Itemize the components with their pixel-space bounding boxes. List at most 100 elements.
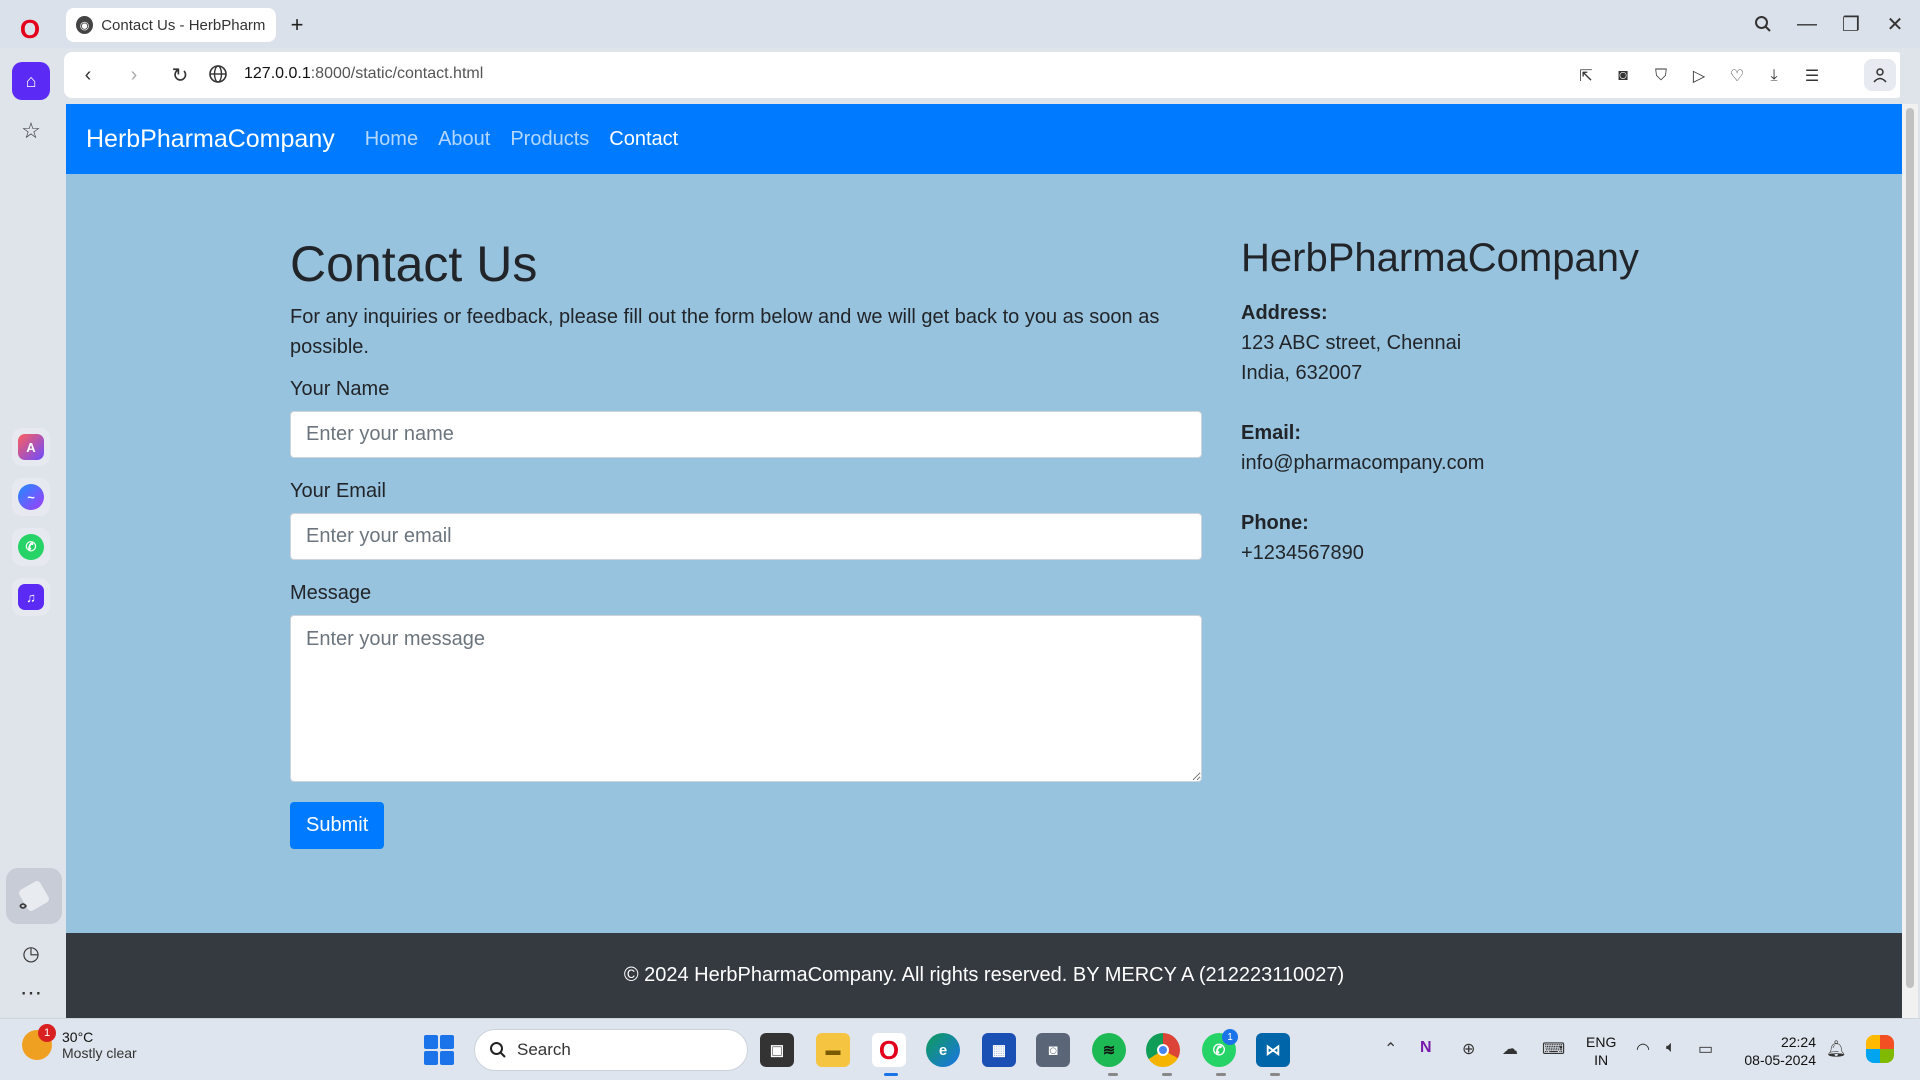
opera-logo-icon[interactable]: O: [17, 14, 43, 44]
easy-setup-icon[interactable]: ☰: [1800, 64, 1824, 88]
vscode-running-indicator: [1270, 1073, 1280, 1076]
browser-tab[interactable]: ◉ Contact Us - HerbPharma: [66, 8, 276, 42]
show-hidden-icons-chevron-icon[interactable]: ⌃: [1384, 1039, 1397, 1059]
system-clock[interactable]: 22:24 08-05-2024: [1738, 1033, 1816, 1069]
language-globe-icon[interactable]: ⊕: [1462, 1039, 1475, 1059]
search-icon: [490, 1042, 506, 1058]
new-tab-button[interactable]: +: [284, 12, 310, 38]
wifi-icon[interactable]: ◠: [1636, 1039, 1650, 1059]
edge-icon[interactable]: e: [926, 1033, 960, 1067]
page-title: Contact Us: [290, 236, 538, 292]
address-label: Address:: [1241, 302, 1328, 324]
onedrive-cloud-icon[interactable]: ☁: [1502, 1039, 1518, 1059]
copilot-icon[interactable]: [1866, 1035, 1894, 1063]
name-label: Your Name: [290, 378, 390, 400]
company-name: HerbPharmaCompany: [1241, 236, 1639, 280]
nav-link-home[interactable]: Home: [365, 128, 418, 151]
page-viewport: HerbPharmaCompany Home About Products Co…: [66, 104, 1902, 1018]
phone-label: Phone:: [1241, 512, 1309, 534]
whatsapp-icon[interactable]: ✆: [12, 528, 50, 566]
battery-icon[interactable]: ▭: [1698, 1039, 1713, 1059]
aria-app-icon[interactable]: A: [12, 428, 50, 466]
tab-title: Contact Us - HerbPharma: [101, 16, 266, 34]
phone-block: Phone: +1234567890: [1241, 508, 1841, 568]
profile-icon[interactable]: [1864, 59, 1896, 91]
vscode-icon[interactable]: ⋈: [1256, 1033, 1290, 1067]
whatsapp-running-indicator: [1216, 1073, 1226, 1076]
site-footer: © 2024 HerbPharmaCompany. All rights res…: [66, 933, 1902, 1018]
more-options-icon[interactable]: ⋯: [12, 974, 50, 1012]
forward-button[interactable]: ›: [120, 61, 148, 89]
globe-favicon-icon: ◉: [76, 16, 94, 34]
minimize-button[interactable]: —: [1790, 10, 1824, 38]
restore-button[interactable]: ❐: [1834, 10, 1868, 38]
close-window-button[interactable]: ✕: [1878, 10, 1912, 38]
phone-number: +1234567890: [1241, 542, 1364, 564]
pinboards-icon[interactable]: [6, 868, 62, 924]
weather-widget[interactable]: 1 30°C Mostly clear: [22, 1024, 137, 1061]
browser-tab-strip: O ◉ Contact Us - HerbPharma + — ❐ ✕: [0, 0, 1920, 48]
back-button[interactable]: ‹: [74, 61, 102, 89]
home-icon[interactable]: ⌂: [12, 62, 50, 100]
taskbar-search[interactable]: Search: [474, 1029, 748, 1071]
weather-badge: 1: [38, 1024, 56, 1042]
spotify-running-indicator: [1108, 1073, 1118, 1076]
onenote-icon[interactable]: N: [1420, 1039, 1432, 1057]
bookmarks-star-icon[interactable]: ☆: [12, 112, 50, 150]
navbar-brand[interactable]: HerbPharmaCompany: [86, 125, 335, 154]
whatsapp-badge: 1: [1222, 1029, 1238, 1045]
site-info-icon[interactable]: [208, 64, 230, 86]
play-icon[interactable]: ▷: [1687, 64, 1711, 88]
search-label: Search: [517, 1040, 571, 1059]
volume-icon[interactable]: 🔈︎: [1666, 1039, 1676, 1057]
reload-button[interactable]: ↻: [166, 61, 194, 89]
chrome-icon[interactable]: [1146, 1033, 1180, 1067]
adblock-shield-icon[interactable]: ⛉: [1649, 64, 1673, 88]
camera-icon[interactable]: ◙: [1036, 1033, 1070, 1067]
weather-description: Mostly clear: [62, 1045, 137, 1061]
input-language[interactable]: ENG IN: [1586, 1033, 1616, 1069]
windows-start-icon[interactable]: [424, 1035, 454, 1065]
email-address: info@pharmacompany.com: [1241, 452, 1485, 474]
browser-sidebar: ⌂ ☆ A ~ ✆ ♫ ◷ ⋯: [0, 48, 62, 1018]
task-view-icon[interactable]: ▣: [760, 1033, 794, 1067]
site-navbar: HerbPharmaCompany Home About Products Co…: [66, 104, 1902, 174]
nav-link-products[interactable]: Products: [510, 128, 589, 151]
keyboard-icon[interactable]: ⌨: [1542, 1039, 1565, 1059]
search-tabs-icon[interactable]: [1746, 10, 1780, 38]
url-path: :8000/static/contact.html: [310, 65, 484, 82]
snapshot-camera-icon[interactable]: ◙: [1611, 64, 1635, 88]
store-icon[interactable]: ▦: [982, 1033, 1016, 1067]
email-block: Email: info@pharmacompany.com: [1241, 418, 1841, 478]
music-player-icon[interactable]: ♫: [12, 578, 50, 616]
page-scrollbar[interactable]: [1902, 104, 1918, 1018]
email-info-label: Email:: [1241, 422, 1302, 444]
clock-time: 22:24: [1780, 1034, 1816, 1050]
download-icon[interactable]: ⤓: [1762, 64, 1786, 88]
opera-taskbar-icon[interactable]: O: [872, 1033, 906, 1067]
nav-link-about[interactable]: About: [438, 128, 490, 151]
messenger-icon[interactable]: ~: [12, 478, 50, 516]
contact-description: For any inquiries or feedback, please fi…: [290, 306, 1160, 358]
region-code: IN: [1594, 1052, 1609, 1068]
message-textarea[interactable]: [290, 615, 1202, 782]
url-field[interactable]: 127.0.0.1:8000/static/contact.html: [244, 65, 483, 83]
opera-active-indicator: [884, 1073, 898, 1076]
email-input[interactable]: [290, 513, 1202, 560]
name-input[interactable]: [290, 411, 1202, 458]
history-clock-icon[interactable]: ◷: [12, 934, 50, 972]
address-block: Address: 123 ABC street, Chennai India, …: [1241, 298, 1841, 388]
nav-link-contact[interactable]: Contact: [609, 128, 678, 151]
spotify-icon[interactable]: ≋: [1092, 1033, 1126, 1067]
weather-temperature: 30°C: [62, 1029, 94, 1045]
notification-bell-icon[interactable]: 🔔︎: [1826, 1039, 1846, 1059]
address-bar: ‹ › ↻ 127.0.0.1:8000/static/contact.html…: [64, 52, 1904, 98]
url-host: 127.0.0.1: [244, 65, 311, 82]
scrollbar-thumb[interactable]: [1906, 108, 1914, 988]
heart-icon[interactable]: ♡: [1725, 64, 1749, 88]
company-info-section: HerbPharmaCompany Address: 123 ABC stree…: [1241, 234, 1841, 568]
clock-date: 08-05-2024: [1744, 1052, 1816, 1068]
submit-button[interactable]: Submit: [290, 802, 385, 849]
file-explorer-icon[interactable]: ▬: [816, 1033, 850, 1067]
share-icon[interactable]: ⇱: [1574, 64, 1598, 88]
